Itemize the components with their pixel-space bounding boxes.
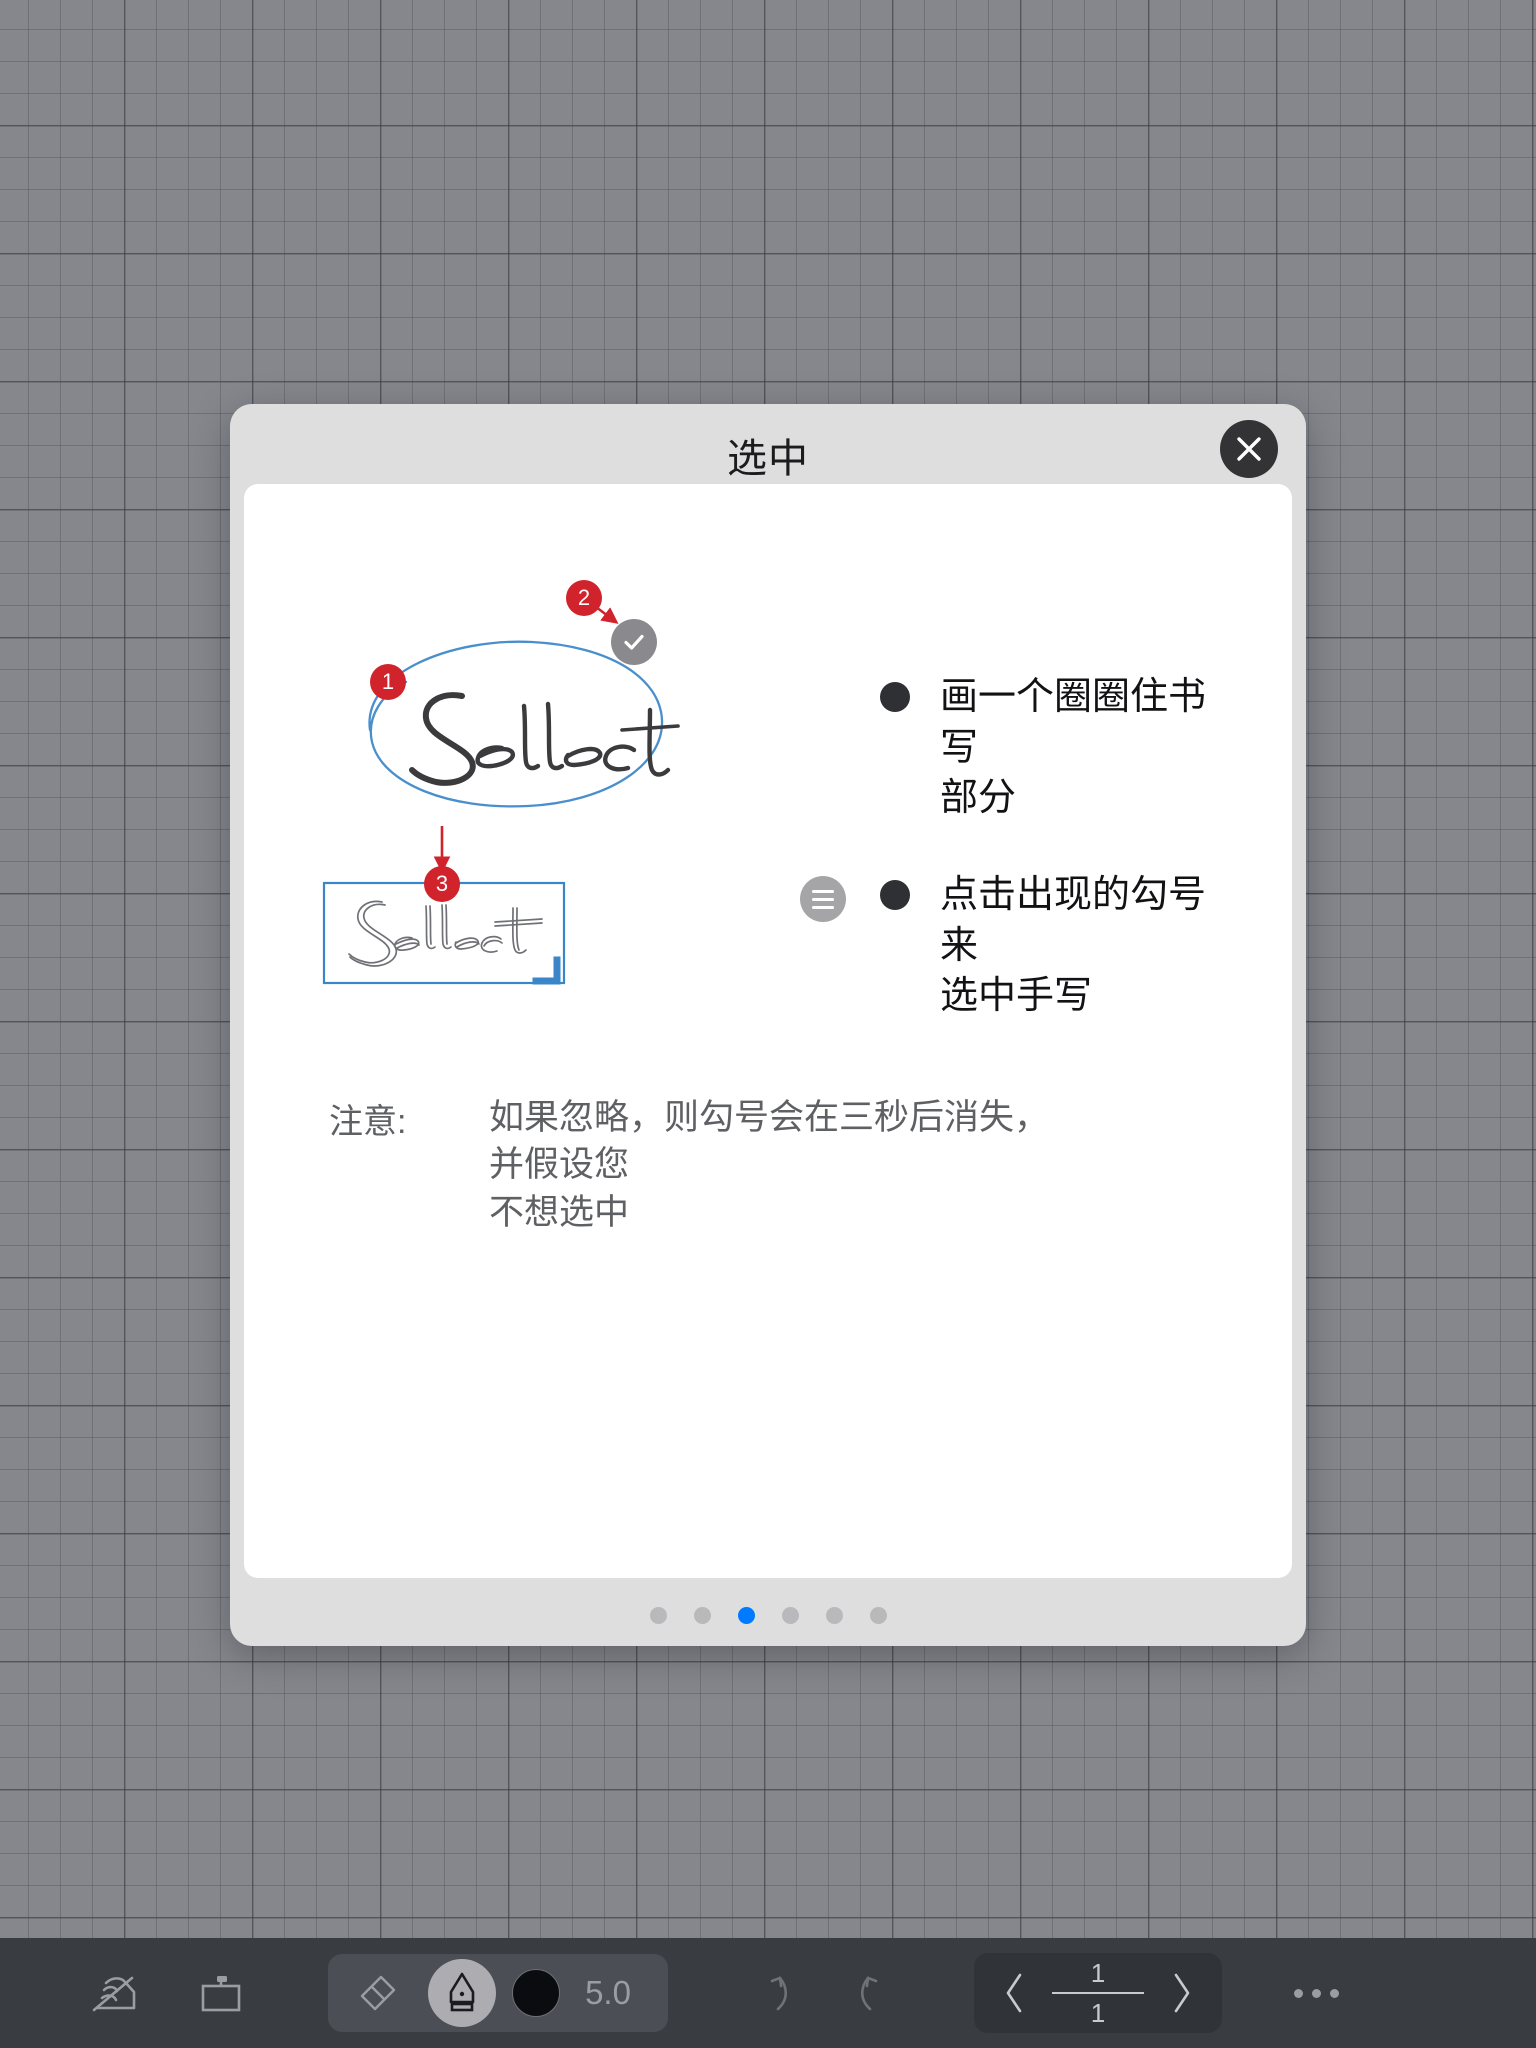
checkmark-icon <box>624 634 644 650</box>
page-dot-2[interactable] <box>693 1607 711 1624</box>
color-swatch-button[interactable] <box>512 1969 560 2017</box>
illustration-selection: 3 <box>314 824 774 1034</box>
redo-button[interactable] <box>838 1956 912 2030</box>
note-text: 如果忽略，则勾号会在三秒后消失，并假设您 不想选中 <box>489 1098 1050 1232</box>
more-ellipsis-icon <box>1294 1988 1303 1998</box>
hamburger-line <box>812 889 834 893</box>
hamburger-line <box>812 905 834 909</box>
drawing-tools-group: 5.0 <box>328 1954 668 2032</box>
illustration-lasso: 1 2 <box>266 570 826 860</box>
more-ellipsis-icon <box>1330 1988 1339 1998</box>
eraser-icon <box>360 1975 396 2011</box>
close-button[interactable] <box>1220 420 1278 478</box>
instruction-item-2: 点击出现的勾号来 选中手写 <box>880 870 1240 1022</box>
step-badge-2: 2 <box>566 580 602 616</box>
tutorial-dialog: 选中 1 2 3 画一个圈圈住书写 部分 点击出现的勾号来 选中手写 注意: 如… <box>230 404 1306 1646</box>
chevron-right-icon <box>1174 1973 1190 2013</box>
close-icon <box>1237 437 1261 461</box>
instruction-text-2: 点击出现的勾号来 选中手写 <box>940 874 1207 1018</box>
canvas-background: 选中 1 2 3 画一个圈圈住书写 部分 点击出现的勾号来 选中手写 注意: 如… <box>0 0 1536 2048</box>
hamburger-line <box>812 897 834 901</box>
page-navigator: 1 1 <box>974 1953 1222 2033</box>
page-current: 1 <box>1090 1957 1106 1988</box>
more-ellipsis-icon <box>1312 1988 1321 1998</box>
chevron-left-icon <box>1006 1973 1022 2013</box>
page-frame-icon[interactable] <box>184 1956 258 2030</box>
fraction-bar <box>1052 1992 1144 1994</box>
handwriting-glyph <box>92 1976 136 2012</box>
check-circle-icon[interactable] <box>611 619 657 665</box>
lasso-ellipse-illustration <box>368 596 680 808</box>
redo-icon <box>860 1976 878 2011</box>
note-label: 注意: <box>329 1103 407 1141</box>
page-frame-glyph <box>201 1976 241 2012</box>
dialog-content: 1 2 3 画一个圈圈住书写 部分 点击出现的勾号来 选中手写 注意: 如果忽略… <box>244 484 1292 1578</box>
dialog-titlebar: 选中 <box>230 404 1306 482</box>
instruction-item-1: 画一个圈圈住书写 部分 <box>880 672 1240 824</box>
next-page-button[interactable] <box>1158 1963 1204 2023</box>
undo-button[interactable] <box>736 1956 810 2030</box>
bullet-icon <box>880 682 910 712</box>
fountain-pen-icon <box>449 1972 475 2012</box>
eraser-tool[interactable] <box>344 1959 412 2027</box>
pen-tool-active[interactable] <box>428 1959 496 2027</box>
page-dot-3-active[interactable] <box>737 1607 755 1624</box>
undo-icon <box>770 1976 788 2011</box>
page-total: 1 <box>1090 1997 1106 2028</box>
bullet-icon <box>880 880 910 910</box>
step-badge-3: 3 <box>424 866 460 902</box>
pagination-dots <box>230 1607 1306 1624</box>
bottom-toolbar: 5.0 1 1 <box>0 1938 1536 2048</box>
prev-page-button[interactable] <box>992 1963 1038 2023</box>
selection-box-illustration <box>322 826 566 985</box>
instruction-text-1: 画一个圈圈住书写 部分 <box>940 676 1207 820</box>
brush-size-value[interactable]: 5.0 <box>576 1974 652 2012</box>
page-dot-4[interactable] <box>781 1607 799 1624</box>
more-options-button[interactable] <box>1294 1988 1339 1998</box>
handwriting-pen-icon[interactable] <box>78 1956 152 2030</box>
note-block: 注意: 如果忽略，则勾号会在三秒后消失，并假设您 不想选中 <box>329 1094 1069 1236</box>
page-title: 选中 <box>727 437 809 481</box>
page-fraction: 1 1 <box>1052 1959 1144 2028</box>
hamburger-menu-icon[interactable] <box>800 876 846 922</box>
page-dot-6[interactable] <box>869 1607 887 1624</box>
page-dot-5[interactable] <box>825 1607 843 1624</box>
step-badge-1: 1 <box>370 664 406 700</box>
page-dot-1[interactable] <box>649 1607 667 1624</box>
